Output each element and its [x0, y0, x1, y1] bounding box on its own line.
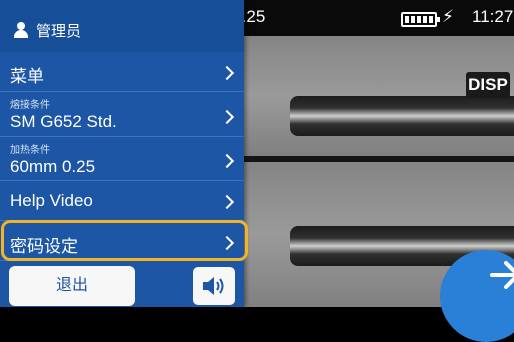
- charging-icon: ⚡: [442, 7, 454, 26]
- disp-button[interactable]: DISP: [466, 72, 510, 98]
- user-icon: [14, 22, 28, 38]
- menu-item-heat-condition[interactable]: 加热条件 60mm 0.25: [0, 137, 244, 181]
- user-header: 管理员: [0, 0, 244, 52]
- speaker-icon: [203, 277, 224, 295]
- menu-item-sublabel: 熔接条件: [10, 100, 50, 111]
- chevron-right-icon: [219, 65, 235, 81]
- menu-item-label: 菜单: [10, 67, 44, 86]
- menu-item-label: Help Video: [10, 191, 93, 210]
- arrow-right-icon: [490, 261, 514, 289]
- menu-item-menu[interactable]: 菜单: [0, 52, 244, 92]
- logout-button[interactable]: 退出: [9, 266, 135, 306]
- menu-item-password-settings[interactable]: 密码设定: [0, 221, 244, 261]
- chevron-right-icon: [219, 194, 235, 210]
- fiber-image-top: [290, 96, 514, 136]
- menu-item-label: 密码设定: [10, 237, 78, 256]
- menu-item-splice-condition[interactable]: 熔接条件 SM G652 Std.: [0, 92, 244, 137]
- menu-item-label: 60mm 0.25: [10, 157, 96, 176]
- side-menu: 管理员 菜单 熔接条件 SM G652 Std. 加热条件 60mm 0.25 …: [0, 0, 248, 307]
- menu-item-sublabel: 加热条件: [10, 145, 50, 156]
- sound-button[interactable]: [193, 267, 235, 305]
- clock: 11:27: [472, 7, 514, 26]
- chevron-right-icon: [219, 109, 235, 125]
- battery-icon: [401, 12, 440, 27]
- chevron-right-icon: [219, 235, 235, 251]
- menu-item-label: SM G652 Std.: [10, 112, 117, 131]
- chevron-right-icon: [219, 153, 235, 169]
- menu-item-help-video[interactable]: Help Video: [0, 181, 244, 221]
- user-name: 管理员: [36, 23, 82, 40]
